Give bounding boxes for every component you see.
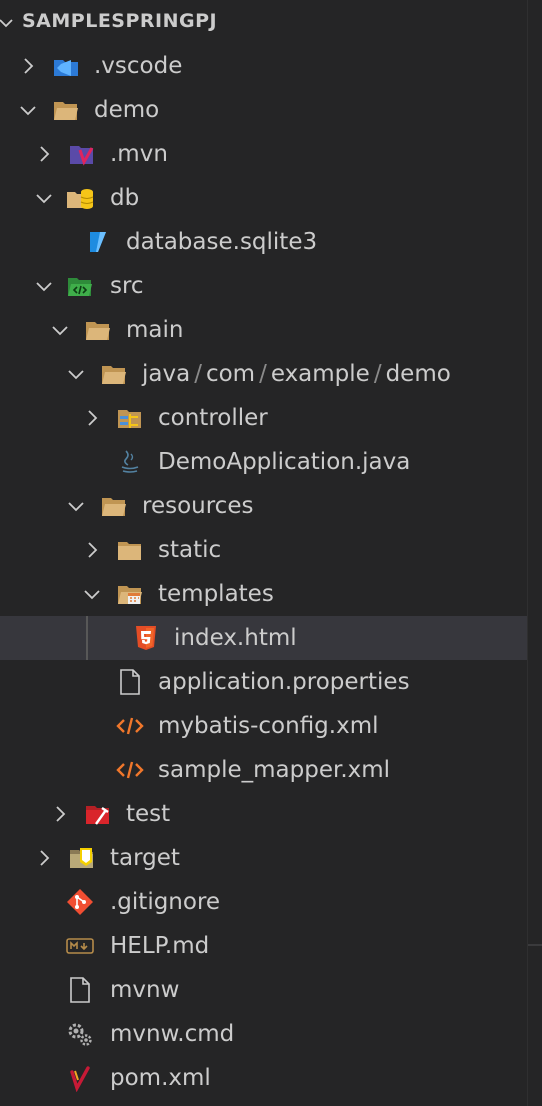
tree-item-resources[interactable]: resources (0, 484, 528, 528)
tree-item-test[interactable]: test (0, 792, 528, 836)
path-separator: / (373, 361, 382, 387)
tree-item-index-html[interactable]: index.html (0, 616, 528, 660)
tree-item-vscode[interactable]: .vscode (0, 44, 528, 88)
tree-item-sample-mapper-xml[interactable]: sample_mapper.xml (0, 748, 528, 792)
chevron-right-icon (56, 806, 66, 822)
xml-file-icon (116, 761, 144, 779)
explorer-root-header[interactable]: SAMPLESPRINGPJ (0, 0, 528, 44)
vscode-folder-icon (54, 60, 78, 76)
tree-item-application-properties[interactable]: application.properties (0, 660, 528, 704)
path-segment[interactable]: com (206, 361, 255, 387)
chevron-down-icon (36, 194, 52, 204)
tree-item-label: pom.xml (110, 1065, 211, 1091)
tree-item-label: mvnw (110, 977, 180, 1003)
tree-item-label: .gitignore (110, 889, 221, 915)
target-folder-icon (70, 848, 93, 868)
database-folder-icon (67, 189, 94, 209)
git-file-icon (67, 889, 93, 915)
tree-item-label: mvnw.cmd (110, 1021, 235, 1047)
java-file-icon (121, 450, 139, 473)
properties-file-icon (120, 669, 140, 695)
tree-item-target[interactable]: target (0, 836, 528, 880)
test-folder-icon (86, 806, 109, 825)
chevron-down-icon (68, 502, 84, 512)
chevron-down-icon (0, 19, 13, 28)
tree-item-database-sqlite3[interactable]: database.sqlite3 (0, 220, 528, 264)
tree-item-label: db (110, 185, 140, 211)
tree-item-label: target (110, 845, 180, 871)
file-explorer: SAMPLESPRINGPJ .vscode demo .mvn db data… (0, 0, 528, 1106)
chevron-right-icon (40, 850, 50, 866)
tree-item-label: sample_mapper.xml (158, 757, 391, 783)
chevron-right-icon (88, 542, 98, 558)
maven-file-icon (70, 1066, 90, 1092)
chevron-down-icon (20, 106, 36, 116)
tree-item-mvn[interactable]: .mvn (0, 132, 528, 176)
chevron-right-icon (40, 146, 50, 162)
chevron-down-icon (36, 282, 52, 292)
tree-item-java-package[interactable]: java / com / example / demo (0, 352, 528, 396)
tree-item-label: application.properties (158, 669, 410, 695)
tree-item-label: DemoApplication.java (158, 449, 411, 475)
tree-item-help-md[interactable]: HELP.md (0, 924, 528, 968)
tree-item-mvnw[interactable]: mvnw (0, 968, 528, 1012)
scrollbar-marker (528, 944, 542, 946)
tree-item-label: templates (158, 581, 274, 607)
tree-item-mvnw-cmd[interactable]: mvnw.cmd (0, 1012, 528, 1056)
folder-open-icon (102, 366, 126, 384)
tree-item-demo-application-java[interactable]: DemoApplication.java (0, 440, 528, 484)
controller-folder-icon (118, 410, 141, 428)
chevron-down-icon (68, 370, 84, 380)
maven-folder-icon (70, 146, 94, 166)
gear-file-icon (68, 1023, 92, 1046)
path-separator: / (194, 361, 202, 387)
generic-file-icon (70, 977, 90, 1003)
tree-item-db[interactable]: db (0, 176, 528, 220)
sqlite-file-icon (90, 232, 106, 252)
tree-item-label: src (110, 273, 144, 299)
tree-item-src[interactable]: src (0, 264, 528, 308)
folder-open-icon (54, 102, 78, 120)
tree-item-static[interactable]: static (0, 528, 528, 572)
vertical-scrollbar[interactable] (527, 0, 542, 1106)
tree-item-pom-xml[interactable]: pom.xml (0, 1056, 528, 1100)
compact-folder-path: java / com / example / demo (142, 360, 451, 388)
chevron-down-icon (84, 590, 100, 600)
src-folder-icon (68, 278, 92, 296)
folder-open-icon (102, 498, 126, 516)
tree-item-label: controller (158, 405, 268, 431)
folder-open-icon (86, 322, 110, 340)
markdown-file-icon (66, 938, 94, 954)
tree-item-label: .vscode (94, 53, 183, 79)
folder-closed-icon (118, 542, 141, 560)
chevron-right-icon (88, 410, 98, 426)
tree-item-label: .mvn (110, 141, 168, 167)
path-segment[interactable]: java (142, 361, 190, 387)
path-separator: / (259, 361, 267, 387)
tree-item-label: resources (142, 493, 254, 519)
tree-item-demo[interactable]: demo (0, 88, 528, 132)
tree-item-label: demo (94, 97, 160, 123)
tree-item-label: static (158, 537, 222, 563)
tree-item-label: index.html (174, 625, 297, 651)
html5-file-icon (136, 626, 156, 650)
root-folder-title: SAMPLESPRINGPJ (22, 10, 218, 32)
tree-item-label: database.sqlite3 (126, 229, 318, 255)
tree-item-gitignore[interactable]: .gitignore (0, 880, 528, 924)
xml-file-icon (116, 717, 144, 735)
tree-item-controller[interactable]: controller (0, 396, 528, 440)
tree-item-label: HELP.md (110, 933, 210, 959)
chevron-right-icon (24, 58, 34, 74)
tree-item-label: test (126, 801, 171, 827)
tree-item-label: mybatis-config.xml (158, 713, 379, 739)
path-segment[interactable]: example (271, 361, 370, 387)
tree-item-main[interactable]: main (0, 308, 528, 352)
tree-item-templates[interactable]: templates (0, 572, 528, 616)
indent-guide (86, 616, 88, 660)
tree-item-mybatis-config-xml[interactable]: mybatis-config.xml (0, 704, 528, 748)
tree-item-label: main (126, 317, 184, 343)
templates-folder-icon (118, 586, 142, 604)
chevron-down-icon (52, 326, 68, 336)
path-segment[interactable]: demo (386, 361, 451, 387)
